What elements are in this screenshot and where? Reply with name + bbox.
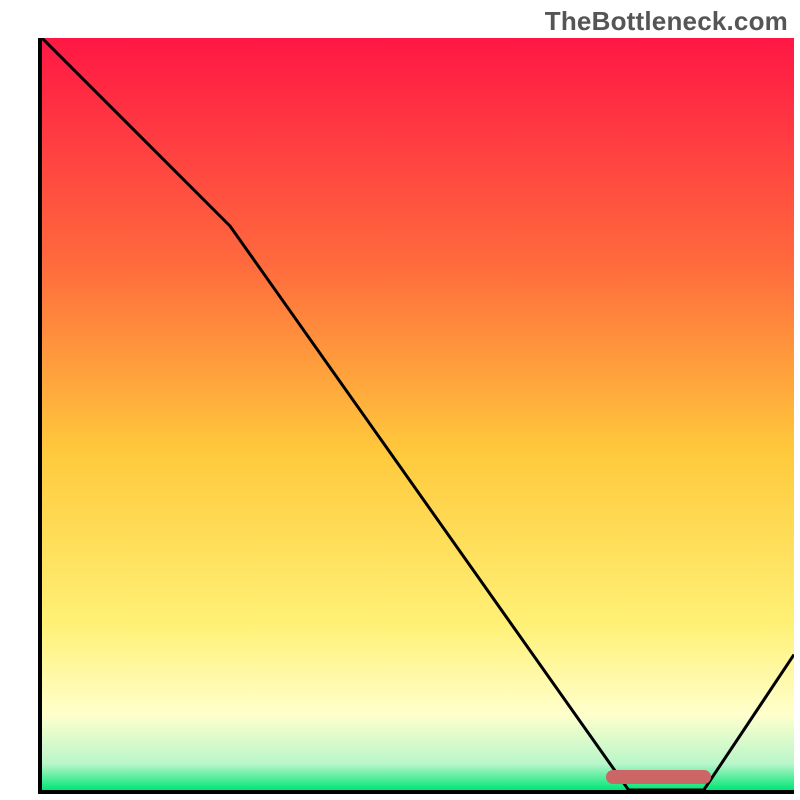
bottleneck-curve-path bbox=[42, 38, 794, 790]
plot-frame bbox=[38, 38, 794, 794]
chart-container: { "watermark": "TheBottleneck.com", "cha… bbox=[0, 0, 800, 800]
curve-layer bbox=[42, 38, 794, 790]
optimal-range-marker bbox=[606, 770, 711, 784]
watermark-text: TheBottleneck.com bbox=[545, 6, 788, 37]
